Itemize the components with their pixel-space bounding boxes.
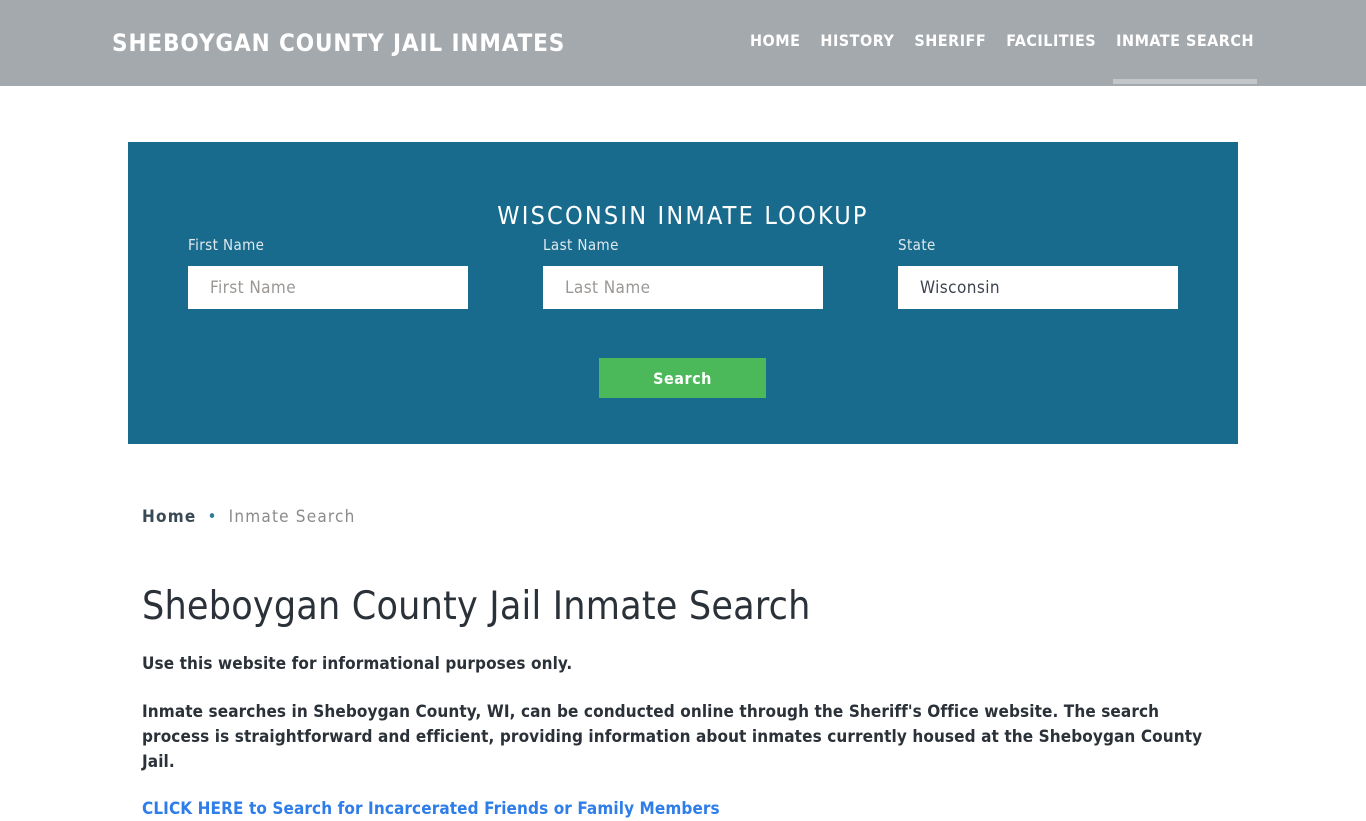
disclaimer-text: Use this website for informational purpo… <box>142 654 573 674</box>
lookup-panel-title: WISCONSIN INMATE LOOKUP <box>497 200 869 230</box>
breadcrumb: Home • Inmate Search <box>142 500 1224 528</box>
nav-item-sheriff[interactable]: SHERIFF <box>914 31 986 84</box>
description-paragraph: Inmate searches in Sheboygan County, WI,… <box>142 702 1203 772</box>
state-field-group: State <box>898 236 1178 309</box>
main-navigation: HOME HISTORY SHERIFF FACILITIES INMATE S… <box>750 0 1257 86</box>
nav-item-history[interactable]: HISTORY <box>820 31 894 84</box>
breadcrumb-separator-icon: • <box>207 506 218 527</box>
last-name-input[interactable] <box>543 266 823 309</box>
main-content: Home • Inmate Search Sheboygan County Ja… <box>142 500 1224 821</box>
last-name-label: Last Name <box>543 236 619 254</box>
first-name-input[interactable] <box>188 266 468 309</box>
state-input[interactable] <box>898 266 1178 309</box>
inmate-search-cta-link[interactable]: CLICK HERE to Search for Incarcerated Fr… <box>142 797 720 821</box>
last-name-field-group: Last Name <box>543 236 823 309</box>
search-submit-button[interactable]: Search <box>599 358 766 398</box>
first-name-label: First Name <box>188 236 265 254</box>
site-brand-title[interactable]: SHEBOYGAN COUNTY JAIL INMATES <box>112 28 565 58</box>
nav-item-inmate-search[interactable]: INMATE SEARCH <box>1113 31 1257 84</box>
nav-item-facilities[interactable]: FACILITIES <box>1006 31 1096 84</box>
site-header: SHEBOYGAN COUNTY JAIL INMATES HOME HISTO… <box>0 0 1366 86</box>
state-label: State <box>898 236 936 254</box>
breadcrumb-current-page: Inmate Search <box>228 507 356 527</box>
breadcrumb-link-home[interactable]: Home <box>142 506 196 528</box>
nav-item-home[interactable]: HOME <box>750 31 800 84</box>
first-name-field-group: First Name <box>188 236 468 309</box>
page-title: Sheboygan County Jail Inmate Search <box>142 584 811 629</box>
inmate-lookup-panel: WISCONSIN INMATE LOOKUP First Name Last … <box>128 142 1238 444</box>
